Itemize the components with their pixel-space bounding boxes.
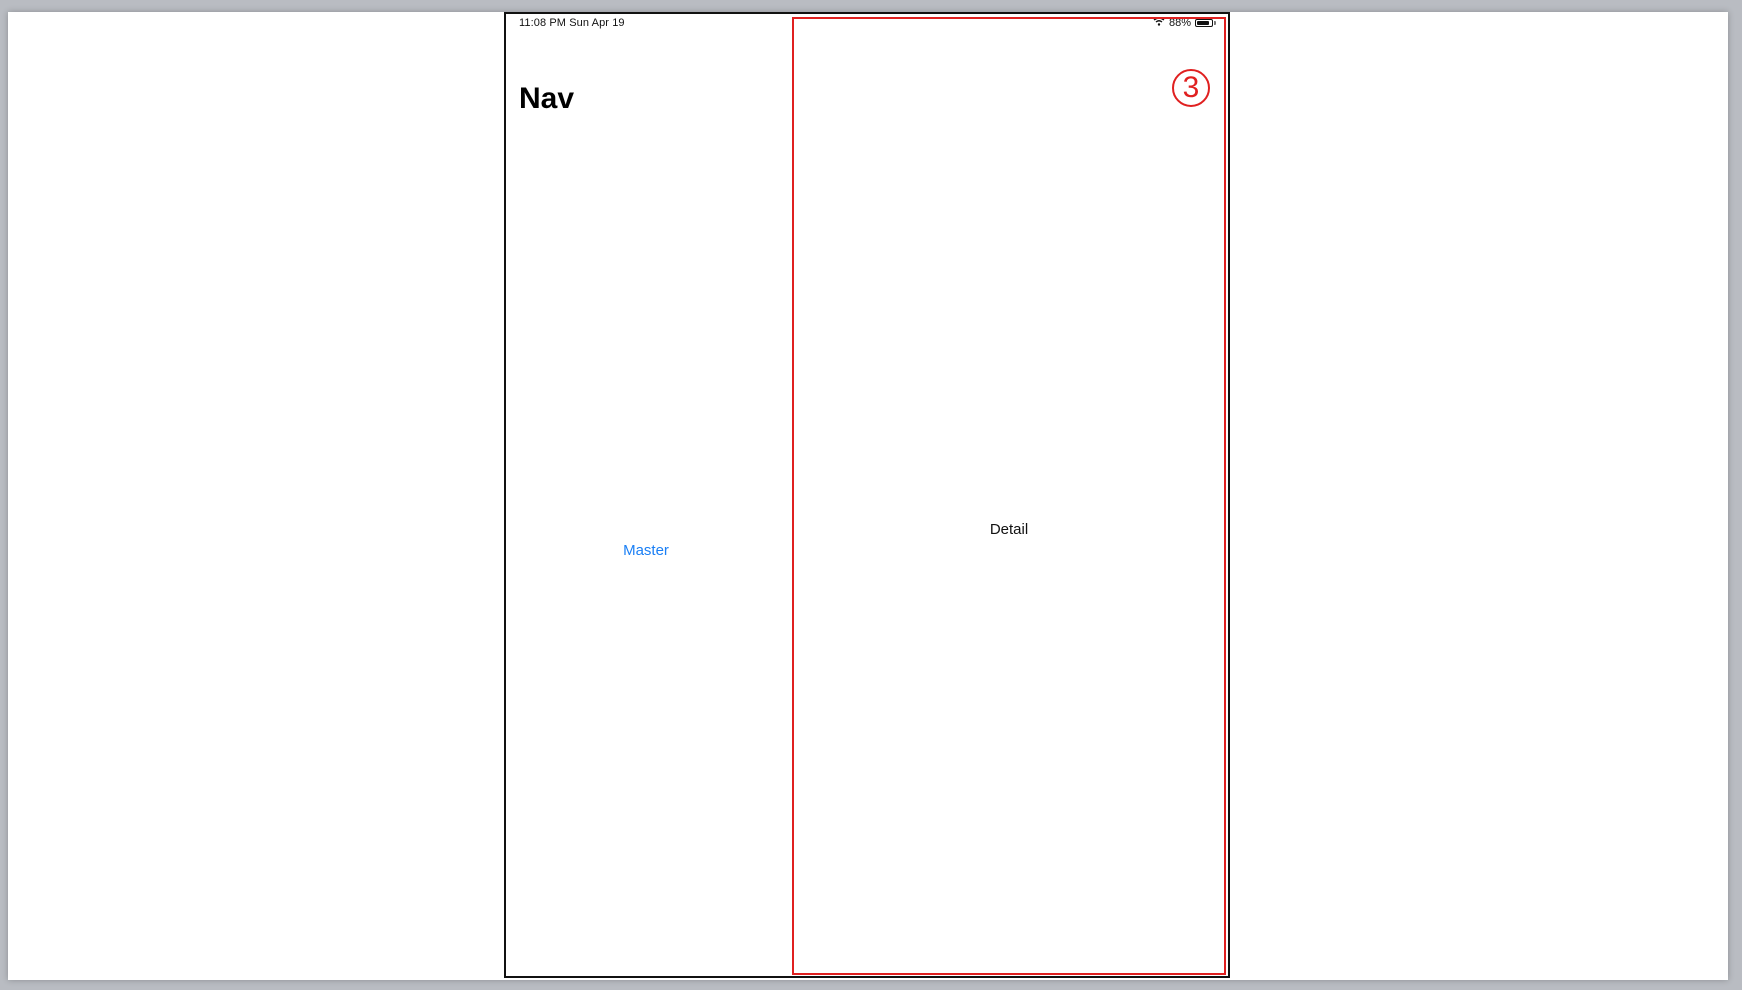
detail-label: Detail [989, 521, 1029, 538]
callout-number: 3 [1182, 71, 1200, 104]
nav-title: Nav [519, 82, 575, 115]
master-link[interactable]: Master [506, 542, 786, 559]
detail-pane-highlight: 3 Detail [792, 17, 1226, 975]
ipad-screen: 11:08 PM Sun Apr 19 88% Nav Master 3 Det… [504, 12, 1230, 978]
callout-number-badge: 3 [1172, 69, 1210, 107]
slide-canvas: 11:08 PM Sun Apr 19 88% Nav Master 3 Det… [8, 12, 1728, 980]
master-pane: Nav Master [506, 14, 792, 976]
